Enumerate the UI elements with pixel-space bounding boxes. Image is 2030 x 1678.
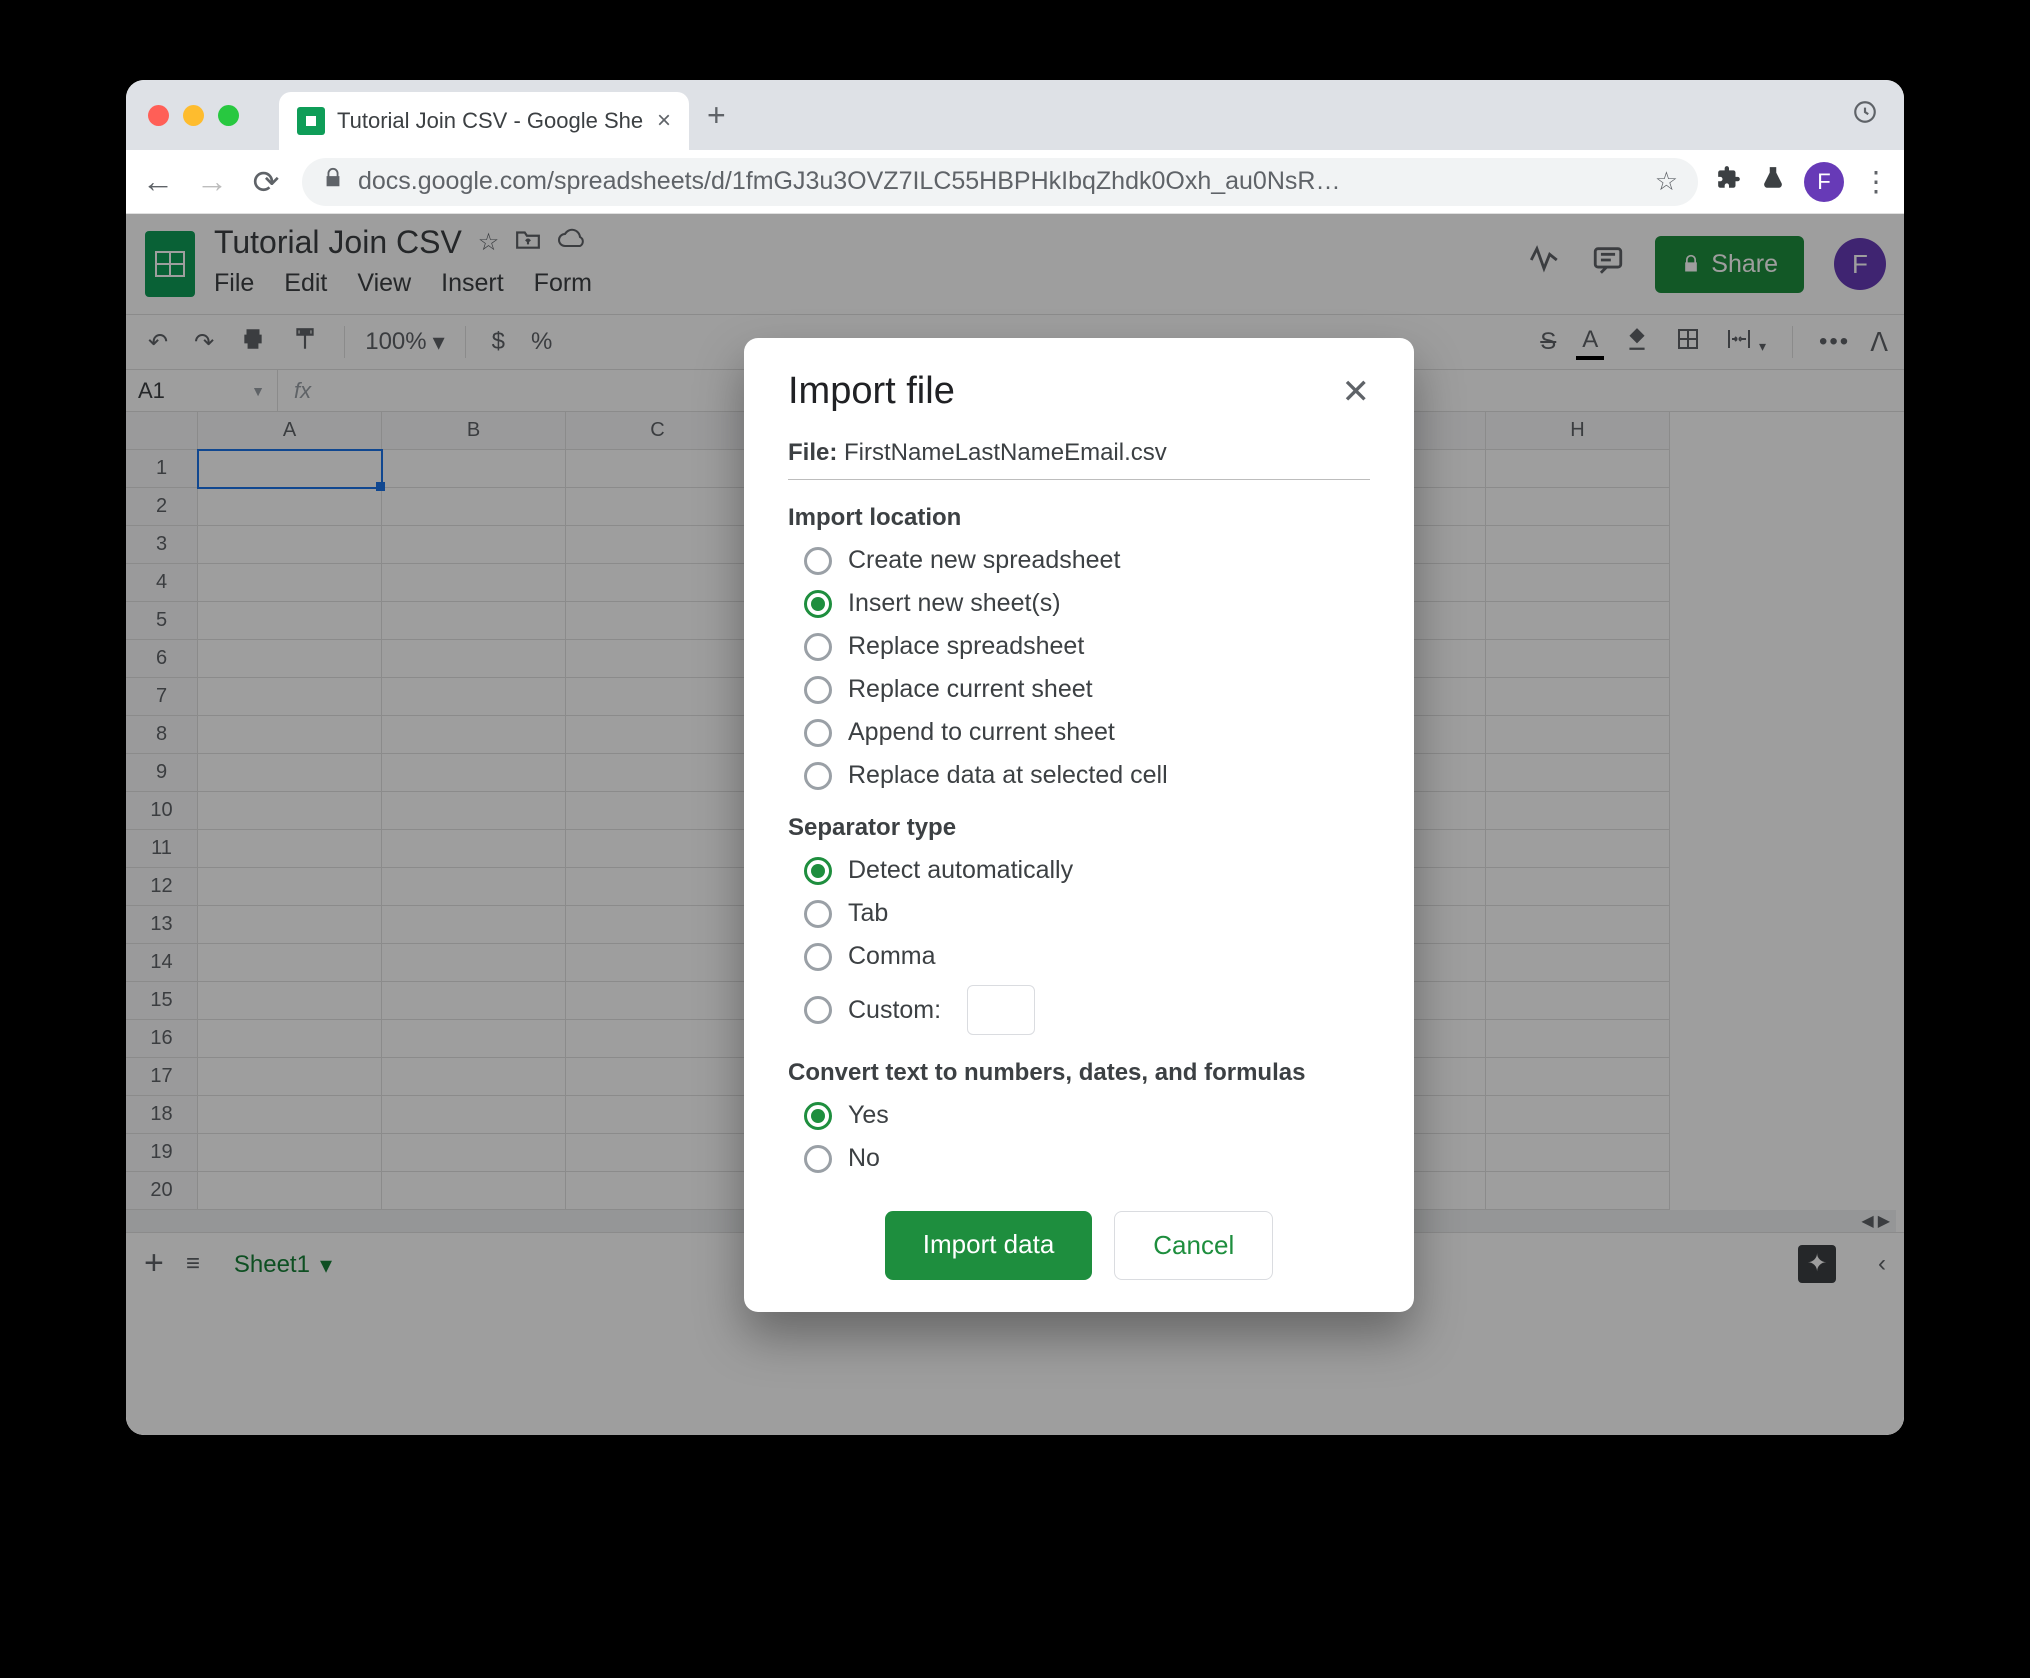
radio-label: Comma <box>848 942 936 971</box>
radio-icon <box>804 1145 832 1173</box>
import-location-option[interactable]: Append to current sheet <box>788 718 1370 747</box>
radio-label: No <box>848 1144 880 1173</box>
close-icon[interactable]: ✕ <box>1342 372 1371 412</box>
tab-close-button[interactable]: × <box>657 107 671 135</box>
radio-label: Create new spreadsheet <box>848 546 1120 575</box>
profile-avatar[interactable]: F <box>1804 162 1844 202</box>
radio-icon <box>804 633 832 661</box>
window-controls <box>148 105 239 126</box>
browser-window: Tutorial Join CSV - Google She × + ← → ⟳… <box>126 80 1904 1435</box>
radio-icon <box>804 590 832 618</box>
address-bar: ← → ⟳ docs.google.com/spreadsheets/d/1fm… <box>126 150 1904 214</box>
address-field[interactable]: docs.google.com/spreadsheets/d/1fmGJ3u3O… <box>302 158 1698 206</box>
radio-icon <box>804 762 832 790</box>
browser-tab[interactable]: Tutorial Join CSV - Google She × <box>279 92 689 150</box>
tab-title: Tutorial Join CSV - Google She <box>337 108 645 134</box>
back-button[interactable]: ← <box>140 163 176 200</box>
convert-option[interactable]: No <box>788 1144 1370 1173</box>
import-location-option[interactable]: Replace data at selected cell <box>788 761 1370 790</box>
radio-icon <box>804 996 832 1024</box>
radio-label: Replace spreadsheet <box>848 632 1084 661</box>
import-location-option[interactable]: Replace current sheet <box>788 675 1370 704</box>
custom-separator-input[interactable] <box>967 985 1035 1035</box>
file-label: File: <box>788 439 837 466</box>
radio-label: Insert new sheet(s) <box>848 589 1061 618</box>
dialog-title: Import file <box>788 370 955 413</box>
labs-icon[interactable] <box>1760 165 1786 198</box>
radio-label: Replace current sheet <box>848 675 1093 704</box>
url-text: docs.google.com/spreadsheets/d/1fmGJ3u3O… <box>358 167 1641 196</box>
convert-label: Convert text to numbers, dates, and form… <box>788 1059 1370 1087</box>
separator-type-label: Separator type <box>788 814 1370 842</box>
radio-icon <box>804 719 832 747</box>
radio-label: Append to current sheet <box>848 718 1115 747</box>
window-maximize-button[interactable] <box>218 105 239 126</box>
radio-label: Custom: <box>848 996 941 1025</box>
window-close-button[interactable] <box>148 105 169 126</box>
tab-search-icon[interactable] <box>1852 99 1878 132</box>
import-location-option[interactable]: Create new spreadsheet <box>788 546 1370 575</box>
import-location-option[interactable]: Insert new sheet(s) <box>788 589 1370 618</box>
import-location-option[interactable]: Replace spreadsheet <box>788 632 1370 661</box>
lock-icon <box>322 167 344 196</box>
radio-label: Tab <box>848 899 888 928</box>
chrome-menu-button[interactable]: ⋮ <box>1862 165 1890 198</box>
reload-button[interactable]: ⟳ <box>248 163 284 201</box>
forward-button[interactable]: → <box>194 163 230 200</box>
radio-icon <box>804 547 832 575</box>
separator-option[interactable]: Tab <box>788 899 1370 928</box>
import-data-button[interactable]: Import data <box>885 1211 1093 1280</box>
radio-label: Detect automatically <box>848 856 1073 885</box>
file-row: File: FirstNameLastNameEmail.csv <box>788 439 1370 480</box>
separator-option[interactable]: Custom: <box>788 985 1370 1035</box>
radio-label: Yes <box>848 1101 889 1130</box>
new-tab-button[interactable]: + <box>707 97 726 134</box>
extensions-icon[interactable] <box>1716 165 1742 198</box>
convert-option[interactable]: Yes <box>788 1101 1370 1130</box>
window-minimize-button[interactable] <box>183 105 204 126</box>
sheets-favicon-icon <box>297 107 325 135</box>
radio-icon <box>804 943 832 971</box>
radio-icon <box>804 676 832 704</box>
separator-option[interactable]: Detect automatically <box>788 856 1370 885</box>
radio-label: Replace data at selected cell <box>848 761 1168 790</box>
radio-icon <box>804 900 832 928</box>
radio-icon <box>804 857 832 885</box>
file-name: FirstNameLastNameEmail.csv <box>844 439 1167 466</box>
bookmark-star-icon[interactable]: ☆ <box>1655 166 1678 197</box>
radio-icon <box>804 1102 832 1130</box>
import-location-label: Import location <box>788 504 1370 532</box>
separator-option[interactable]: Comma <box>788 942 1370 971</box>
import-file-dialog: Import file ✕ File: FirstNameLastNameEma… <box>744 338 1414 1312</box>
tab-strip: Tutorial Join CSV - Google She × + <box>126 80 1904 150</box>
cancel-button[interactable]: Cancel <box>1114 1211 1273 1280</box>
